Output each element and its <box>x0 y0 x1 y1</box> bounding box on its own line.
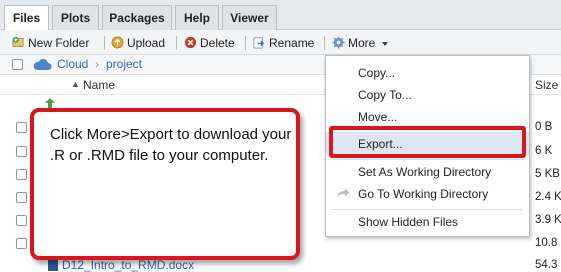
toolbar-divider <box>104 36 105 50</box>
row-checkbox[interactable] <box>16 238 27 249</box>
menu-divider <box>332 209 523 210</box>
row-checkbox[interactable] <box>16 122 27 133</box>
go-to-arrow-icon <box>337 188 350 197</box>
sort-ascending-icon: ▲ <box>71 79 80 89</box>
word-document-icon <box>48 259 58 271</box>
file-size: 6 K <box>535 145 553 157</box>
callout-text: Click More>Export to download your .R or… <box>50 126 292 164</box>
menu-item-set-working-directory[interactable]: Set As Working Directory <box>358 165 491 179</box>
toolbar-divider <box>176 36 177 50</box>
file-name-link[interactable]: D12_Intro_to_RMD.docx <box>62 258 194 272</box>
more-button[interactable]: More <box>332 34 388 52</box>
menu-item-go-to-working-directory[interactable]: Go To Working Directory <box>358 187 488 201</box>
delete-label: Delete <box>200 36 235 50</box>
gear-icon <box>332 36 345 49</box>
breadcrumb-separator-icon: › <box>95 57 99 71</box>
more-label: More <box>348 36 376 50</box>
files-toolbar: New Folder Upload Delete Rename More <box>0 30 561 55</box>
row-checkbox[interactable] <box>16 146 27 157</box>
menu-item-show-hidden-files[interactable]: Show Hidden Files <box>358 215 458 229</box>
tab-help[interactable]: Help <box>175 5 219 30</box>
toolbar-divider <box>245 36 246 50</box>
menu-item-move[interactable]: Move... <box>358 110 397 124</box>
upload-button[interactable]: Upload <box>111 34 165 52</box>
file-size: 54.3 <box>535 259 558 271</box>
rename-icon <box>253 37 265 49</box>
rename-button[interactable]: Rename <box>253 34 314 52</box>
new-folder-icon <box>12 36 24 48</box>
select-all-checkbox[interactable] <box>12 59 23 70</box>
delete-icon <box>184 36 197 49</box>
menu-divider <box>332 159 523 160</box>
breadcrumb-cloud[interactable]: Cloud <box>57 57 88 71</box>
toolbar-divider <box>324 36 325 50</box>
tab-plots[interactable]: Plots <box>52 5 99 30</box>
upload-icon <box>111 36 124 49</box>
upload-label: Upload <box>127 36 166 50</box>
file-size: 10.8 <box>535 237 558 249</box>
menu-item-copy-to[interactable]: Copy To... <box>358 88 412 102</box>
menu-item-copy[interactable]: Copy... <box>358 66 395 80</box>
file-size: 0 B <box>535 121 553 133</box>
tab-viewer[interactable]: Viewer <box>222 5 277 30</box>
row-checkbox[interactable] <box>16 215 27 226</box>
new-folder-label: New Folder <box>28 36 90 50</box>
name-column-header[interactable]: Name <box>83 78 115 92</box>
caret-down-icon <box>381 42 388 46</box>
row-checkbox[interactable] <box>16 169 27 180</box>
instruction-callout: Click More>Export to download your .R or… <box>30 108 300 260</box>
file-size: 3.9 K <box>535 214 561 226</box>
rename-label: Rename <box>269 36 315 50</box>
delete-button[interactable]: Delete <box>184 34 235 52</box>
tab-files[interactable]: Files <box>4 5 49 31</box>
file-size: 5 KB <box>535 168 560 180</box>
file-size: 2.4 K <box>535 191 561 203</box>
tab-packages[interactable]: Packages <box>102 5 172 30</box>
breadcrumb-project[interactable]: project <box>106 57 142 71</box>
size-column-header[interactable]: Size <box>535 78 558 92</box>
export-highlight-box <box>329 126 526 158</box>
row-checkbox[interactable] <box>16 192 27 203</box>
cloud-icon <box>33 58 52 70</box>
pane-tab-bar: Files Plots Packages Help Viewer <box>0 0 561 31</box>
new-folder-button[interactable]: New Folder <box>12 34 89 52</box>
